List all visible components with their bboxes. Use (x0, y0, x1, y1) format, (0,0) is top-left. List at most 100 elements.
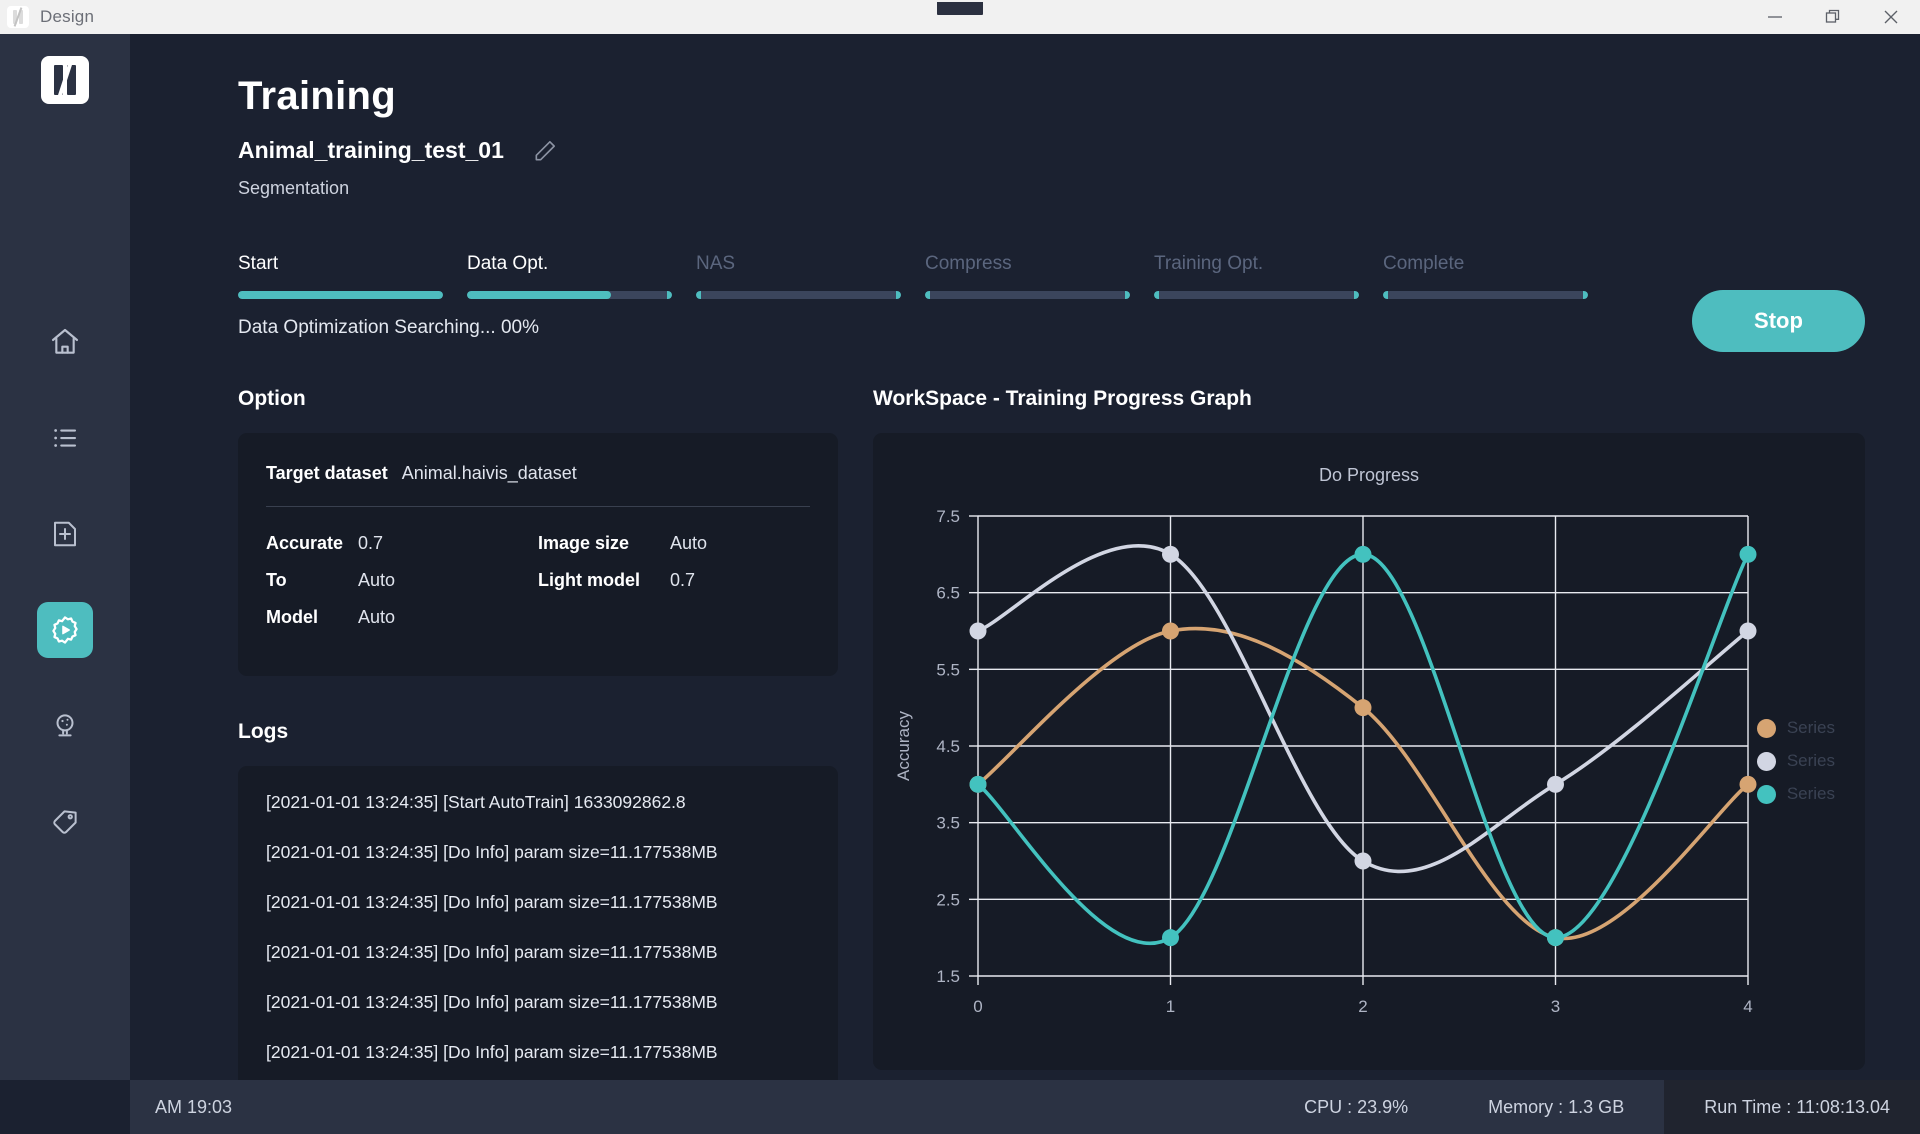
y-axis-tick: 7.5 (936, 507, 960, 526)
step-data-opt[interactable]: Data Opt. (467, 253, 696, 299)
deploy-icon (50, 711, 80, 741)
sidebar (0, 34, 130, 1134)
step-nas[interactable]: NAS (696, 253, 925, 299)
option-value: 0.7 (358, 533, 384, 553)
y-axis-tick: 6.5 (936, 584, 960, 603)
workspace-section-title: WorkSpace - Training Progress Graph (873, 387, 1252, 410)
step-label: Complete (1383, 253, 1465, 274)
option-section-title: Option (238, 387, 306, 410)
option-row-light-model: Light model 0.7 (538, 570, 810, 591)
logs-card[interactable]: [2021-01-01 13:24:35] [Start AutoTrain] … (238, 766, 838, 1098)
option-value: Auto (358, 570, 396, 590)
chart-point (1739, 775, 1757, 793)
tag-icon (50, 807, 80, 837)
log-entry: [2021-01-01 13:24:35] [Do Info] param si… (266, 1042, 718, 1062)
target-dataset-label: Target dataset (266, 463, 388, 483)
status-bar: AM 19:03 CPU : 23.9% Memory : 1.3 GB Run… (0, 1080, 1920, 1134)
legend-item[interactable]: Series (1756, 751, 1835, 771)
y-axis-label: Accuracy (894, 711, 913, 781)
legend-color-swatch (1756, 784, 1776, 804)
status-time: AM 19:03 (155, 1096, 233, 1117)
chart-point (1739, 545, 1757, 563)
chart-point (1354, 545, 1372, 563)
step-complete[interactable]: Complete (1383, 253, 1612, 299)
step-compress[interactable]: Compress (925, 253, 1154, 299)
option-key: Image size (538, 533, 630, 553)
project-header: Animal_training_test_01 (238, 137, 1865, 164)
target-dataset-value: Animal.haivis_dataset (401, 463, 577, 483)
sidebar-item-home[interactable] (37, 314, 93, 370)
status-memory: Memory : 1.3 GB (1488, 1096, 1625, 1117)
status-cpu: CPU : 23.9% (1304, 1096, 1409, 1117)
sidebar-item-labeling[interactable] (37, 794, 93, 850)
chart-canvas: 1.5 2.5 3.5 4.5 5.5 6.5 7.5 0 1 2 3 4 Accuracy (894, 507, 1757, 1016)
x-axis-tick: 2 (1358, 997, 1367, 1016)
list-icon (50, 423, 80, 453)
step-training-opt[interactable]: Training Opt. (1154, 253, 1383, 299)
option-row-to: To Auto (266, 570, 538, 591)
close-icon[interactable] (1862, 0, 1920, 34)
sidebar-item-deploy[interactable] (37, 698, 93, 754)
sidebar-item-new-dataset[interactable] (37, 506, 93, 562)
x-axis-tick: 4 (1743, 997, 1752, 1016)
app-logo-icon (7, 6, 29, 28)
legend-color-swatch (1756, 718, 1776, 738)
step-start[interactable]: Start (238, 253, 467, 299)
restore-icon[interactable] (1804, 0, 1862, 34)
legend-label: Series (1786, 784, 1835, 803)
stop-button[interactable]: Stop (1692, 290, 1865, 352)
home-icon (49, 326, 81, 358)
minimize-icon[interactable] (1746, 0, 1804, 34)
step-label: Training Opt. (1154, 253, 1264, 274)
option-column-right: Image size Auto Light model 0.7 (538, 533, 810, 644)
pencil-icon[interactable] (532, 138, 558, 164)
training-stepper: Start Data Opt. NAS Compress Training Op… (238, 253, 1865, 299)
chart-point (969, 622, 987, 640)
chart-point (1354, 699, 1372, 717)
status-runtime: Run Time : 11:08:13.04 (1664, 1080, 1920, 1134)
log-entry: [2021-01-01 13:24:35] [Do Info] param si… (266, 892, 718, 912)
window-titlebar: Design (0, 0, 1920, 34)
log-entry: [2021-01-01 13:24:35] [Do Info] param si… (266, 942, 718, 962)
window-drag-handle[interactable] (935, 0, 985, 17)
option-key: Accurate (266, 533, 344, 553)
logs-section-title: Logs (238, 720, 289, 743)
option-key: Light model (538, 570, 640, 590)
step-progress-bar (925, 291, 1130, 299)
chart-point (1354, 852, 1372, 870)
step-label: Compress (925, 253, 1012, 274)
step-progress-bar (1383, 291, 1588, 299)
legend-color-swatch (1756, 751, 1776, 771)
window-title: Design (40, 7, 95, 26)
status-bar-spacer (0, 1080, 130, 1134)
sidebar-item-projects[interactable] (37, 410, 93, 466)
chart-point (1547, 929, 1564, 947)
y-axis-tick: 5.5 (936, 660, 960, 679)
window-controls (1746, 0, 1920, 34)
x-axis-tick: 0 (973, 997, 982, 1016)
chart-point (1547, 775, 1564, 793)
target-dataset-row: Target dataset Animal.haivis_dataset (266, 463, 810, 484)
legend-label: Series (1786, 751, 1835, 770)
legend-item[interactable]: Series (1756, 718, 1835, 738)
chart-point (1162, 545, 1179, 563)
step-label: NAS (696, 253, 736, 274)
legend-item[interactable]: Series (1756, 784, 1835, 804)
y-axis-tick: 1.5 (936, 967, 960, 986)
y-axis-tick: 2.5 (936, 890, 960, 909)
chart-point (969, 775, 987, 793)
main-content: Training Animal_training_test_01 Segment… (130, 34, 1920, 1134)
y-axis-tick: 3.5 (936, 814, 960, 833)
option-key: Model (266, 607, 318, 627)
step-progress-bar (467, 291, 672, 299)
step-progress-bar (1154, 291, 1359, 299)
chart-point (1162, 622, 1179, 640)
y-axis-tick: 4.5 (936, 737, 960, 756)
new-file-icon (50, 519, 80, 549)
sidebar-item-training[interactable] (37, 602, 93, 658)
chart-title: Do Progress (1318, 465, 1420, 485)
option-key: To (266, 570, 287, 590)
step-label: Data Opt. (467, 253, 549, 274)
brand-logo-icon (41, 56, 89, 104)
chart-point (1162, 929, 1179, 947)
